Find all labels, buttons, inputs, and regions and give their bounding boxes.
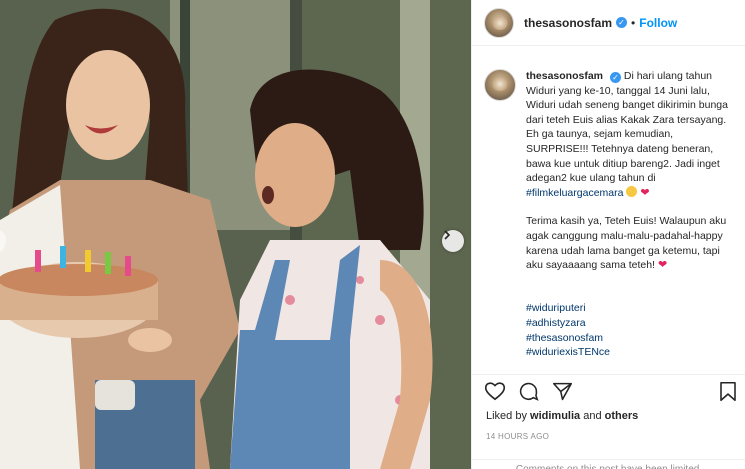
comment-icon[interactable]: [518, 381, 539, 402]
caption-username[interactable]: thesasonosfam: [526, 70, 603, 82]
caption-paragraph-1: Di hari ulang tahun Widuri yang ke-10, t…: [526, 70, 728, 185]
caption-paragraph-2: Terima kasih ya, Teteh Euis! Walaupun ak…: [526, 215, 727, 272]
chevron-right-icon: [444, 230, 451, 240]
verified-badge-icon: ✓: [609, 72, 621, 83]
liked-by-prefix: Liked by: [486, 410, 527, 422]
header-separator: •: [631, 15, 636, 30]
hashtag-link[interactable]: #thesasonosfam: [526, 332, 603, 344]
liked-by-and: and: [583, 410, 602, 422]
action-icons: [484, 381, 737, 405]
smiling-face-emoji-icon: [626, 185, 638, 197]
post-header: thesasonosfam ✓ • Follow: [472, 0, 745, 46]
post-timestamp[interactable]: 14 HOURS AGO: [486, 432, 549, 441]
header-username[interactable]: thesasonosfam: [524, 16, 612, 30]
hashtag-link[interactable]: #widuriputeri: [526, 302, 586, 314]
liked-by-text: Liked by widimulia and others: [486, 410, 638, 422]
caption-avatar[interactable]: [484, 69, 516, 101]
heart-icon[interactable]: [484, 381, 506, 401]
caption-text: thesasonosfam ✓ Di hari ulang tahun Widu…: [526, 69, 734, 360]
caption-area[interactable]: thesasonosfam ✓ Di hari ulang tahun Widu…: [472, 47, 745, 374]
hashtag-link[interactable]: #adhistyzara: [526, 317, 586, 329]
liked-by-user-link[interactable]: widimulia: [530, 410, 580, 422]
post-photo: [0, 0, 471, 469]
liked-by-others-link[interactable]: others: [605, 410, 639, 422]
post-actions: Liked by widimulia and others 14 HOURS A…: [472, 374, 745, 469]
red-heart-emoji-icon: ❤: [640, 186, 650, 199]
bookmark-icon[interactable]: [719, 381, 737, 402]
post-side-panel: thesasonosfam ✓ • Follow thesasonosfam ✓…: [471, 0, 745, 469]
hashtag-link[interactable]: #filmkeluargacemara: [526, 187, 623, 199]
carousel-next-button[interactable]: [442, 230, 464, 252]
hashtag-link[interactable]: #widuriexisTENce: [526, 346, 610, 358]
comments-limited-notice: Comments on this post have been limited.: [472, 459, 745, 469]
verified-badge-icon: ✓: [616, 17, 628, 28]
share-icon[interactable]: [552, 381, 573, 402]
post-photo-illustration: [0, 0, 471, 469]
avatar[interactable]: [484, 7, 514, 38]
red-heart-emoji-icon: ❤: [657, 259, 668, 272]
follow-button[interactable]: Follow: [639, 16, 677, 30]
caption-row: thesasonosfam ✓ Di hari ulang tahun Widu…: [484, 69, 734, 360]
